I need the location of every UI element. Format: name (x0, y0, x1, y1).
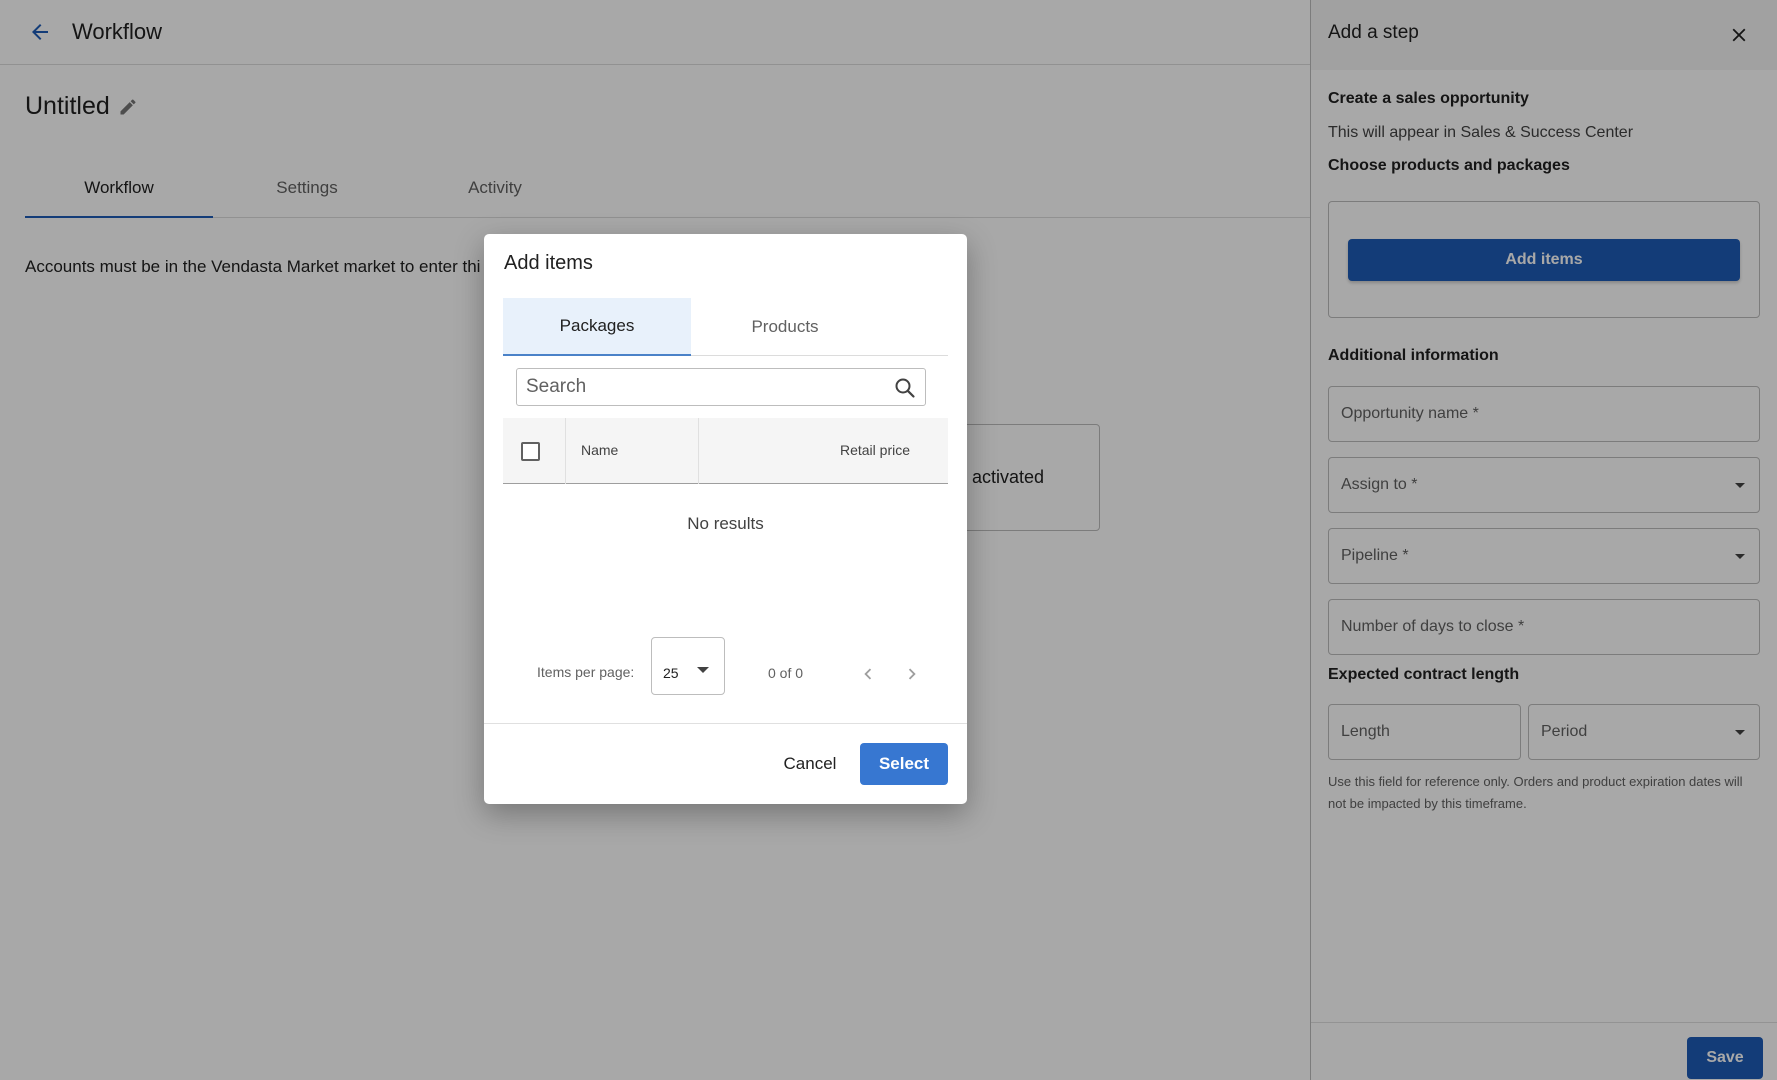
dialog-divider (484, 723, 967, 724)
chevron-right-icon (908, 668, 916, 680)
select-all-checkbox[interactable] (521, 442, 540, 461)
tab-packages[interactable]: Packages (503, 298, 691, 356)
search-input[interactable] (517, 369, 887, 405)
items-per-page-label: Items per page: (537, 664, 635, 680)
chevron-down-icon (697, 667, 709, 673)
column-header-name[interactable]: Name (567, 418, 699, 484)
select-all-cell (503, 418, 566, 484)
cancel-button[interactable]: Cancel (760, 743, 860, 785)
empty-state: No results (687, 514, 764, 533)
magnifier-icon[interactable] (893, 376, 917, 400)
search-field (516, 368, 926, 406)
next-page-button[interactable] (898, 660, 926, 688)
previous-page-button[interactable] (854, 660, 882, 688)
panel-backdrop[interactable] (1310, 0, 1777, 1080)
select-button[interactable]: Select (860, 743, 948, 785)
column-header-retail-price[interactable]: Retail price (700, 418, 948, 484)
pagination-range: 0 of 0 (768, 665, 804, 681)
dialog-title: Add items (504, 252, 593, 274)
chevron-left-icon (864, 668, 872, 680)
items-per-page-value: 25 (663, 665, 679, 681)
dialog-tabs: Packages Products (503, 298, 948, 356)
items-per-page-select[interactable]: 25 (651, 637, 725, 695)
add-items-dialog: Add items Packages Products Name Retail … (484, 234, 967, 804)
tab-products[interactable]: Products (691, 298, 879, 356)
items-table-header: Name Retail price (503, 418, 948, 484)
